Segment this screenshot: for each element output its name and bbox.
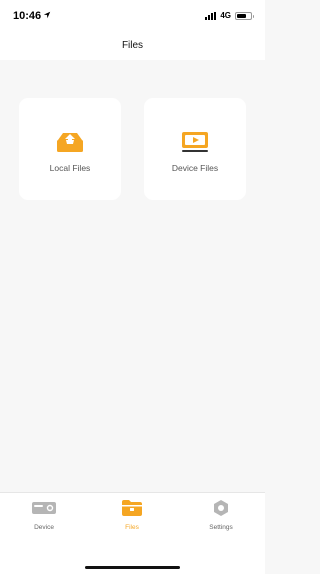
- tab-device-label: Device: [34, 524, 54, 531]
- folder-icon: [119, 498, 145, 518]
- local-files-icon: [55, 131, 85, 153]
- tab-bar: Device Files Settings: [0, 492, 265, 574]
- local-files-label: Local Files: [49, 163, 91, 173]
- location-arrow-icon: [43, 10, 51, 22]
- tab-device[interactable]: Device: [0, 493, 88, 553]
- device-files-icon: [180, 131, 210, 153]
- tab-files[interactable]: Files: [88, 493, 176, 553]
- status-time-text: 10:46: [13, 10, 42, 22]
- tab-files-label: Files: [125, 524, 139, 531]
- network-type: 4G: [220, 11, 231, 20]
- battery-icon: [235, 11, 254, 20]
- page-title: Files: [121, 39, 144, 51]
- device-files-card[interactable]: Device Files: [144, 98, 246, 200]
- nav-bar: Files: [0, 30, 265, 60]
- device-files-label: Device Files: [171, 163, 219, 173]
- hexagon-gear-icon: [208, 498, 234, 518]
- camera-device-icon: [31, 498, 57, 518]
- local-files-card[interactable]: Local Files: [19, 98, 121, 200]
- status-bar: 10:46 4G: [0, 0, 265, 30]
- tab-settings-label: Settings: [209, 524, 233, 531]
- home-indicator: [85, 566, 180, 569]
- files-content: Local Files Device Files: [0, 60, 265, 492]
- status-time: 10:46: [13, 10, 51, 22]
- tab-settings[interactable]: Settings: [177, 493, 265, 553]
- status-indicators: 4G: [205, 11, 254, 20]
- signal-bars-icon: [205, 11, 217, 20]
